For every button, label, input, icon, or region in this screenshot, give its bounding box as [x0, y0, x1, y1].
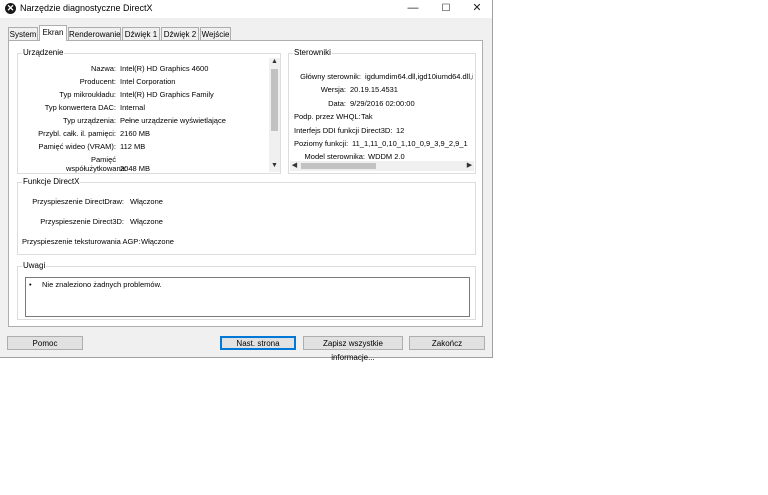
direct3d-accel-value: Włączone	[130, 217, 163, 226]
driver-date-label: Data:	[328, 99, 346, 108]
tab-ekran[interactable]: Ekran	[39, 25, 67, 41]
device-group-title: Urządzenie	[22, 48, 65, 57]
device-name-value: Intel(R) HD Graphics 4600	[120, 64, 209, 73]
notes-text: Nie znaleziono żadnych problemów.	[42, 280, 162, 289]
notes-textbox[interactable]: • Nie znaleziono żadnych problemów.	[25, 277, 470, 317]
device-manufacturer-label: Producent:	[79, 77, 116, 86]
driver-date-value: 9/29/2016 02:00:00	[350, 99, 415, 108]
tab-system[interactable]: System	[8, 27, 38, 40]
drivers-group: Sterowniki Główny sterownik: igdumdim64.…	[288, 48, 476, 174]
device-chip-type-label: Typ mikroukładu:	[59, 90, 116, 99]
directx-features-title: Funkcje DirectX	[22, 177, 81, 186]
agp-accel-label: Przyspieszenie teksturowania AGP:	[22, 237, 141, 246]
device-shared-memory-value: 2048 MB	[120, 164, 151, 173]
device-manufacturer-value: Intel Corporation	[120, 77, 176, 86]
drivers-group-title: Sterowniki	[293, 48, 332, 57]
directx-x-icon: ✕	[5, 3, 16, 14]
driver-feature-levels-label: Poziomy funkcji:	[294, 139, 349, 148]
tab-renderowanie[interactable]: Renderowanie	[68, 27, 121, 40]
device-total-memory-label: Przybl. całk. il. pamięci:	[38, 129, 116, 138]
directx-features-group: Funkcje DirectX Przyspieszenie DirectDra…	[17, 177, 476, 255]
scrollbar-thumb[interactable]	[271, 69, 278, 131]
scroll-down-arrow-icon[interactable]: ▼	[269, 162, 280, 172]
agp-accel-value: Włączone	[141, 237, 174, 246]
device-total-memory-value: 2160 MB	[120, 129, 151, 138]
maximize-button[interactable]: ☐	[431, 0, 461, 18]
title-bar[interactable]: ✕ Narzędzie diagnostyczne DirectX — ☐ ✕	[0, 0, 492, 18]
notes-bullet: •	[29, 280, 32, 289]
driver-whql-value: Tak	[361, 112, 373, 121]
device-vram-value: 112 MB	[120, 142, 146, 151]
driver-model-label: Model sterownika:	[304, 152, 365, 161]
dxdiag-window: ✕ Narzędzie diagnostyczne DirectX — ☐ ✕ …	[0, 0, 493, 362]
driver-feature-levels-value: 11_1,11_0,10_1,10_0,9_3,9_2,9_1	[352, 139, 468, 148]
driver-ddi-value: 12	[396, 126, 405, 135]
horizontal-scrollbar-thumb[interactable]	[301, 163, 376, 169]
tab-panel-ekran: Urządzenie Nazwa: Intel(R) HD Graphics 4…	[8, 40, 483, 327]
window-title: Narzędzie diagnostyczne DirectX	[20, 3, 153, 13]
device-vram-label: Pamięć wideo (VRAM):	[38, 142, 116, 151]
device-vertical-scrollbar[interactable]: ▲ ▼	[269, 58, 280, 172]
driver-whql-label: Podp. przez WHQL:	[294, 112, 361, 121]
driver-ddi-label: Interfejs DDI funkcji Direct3D:	[294, 126, 393, 135]
device-type-value: Pełne urządzenie wyświetlające	[120, 116, 226, 125]
driver-main-value: igdumdim64.dll,igd10iumd64.dll,igc	[365, 72, 473, 81]
notes-group-title: Uwagi	[22, 261, 47, 270]
directdraw-accel-label: Przyspieszenie DirectDraw:	[32, 197, 124, 206]
driver-model-value: WDDM 2.0	[368, 152, 405, 161]
scroll-right-arrow-icon[interactable]: ▶	[465, 161, 474, 171]
scroll-left-arrow-icon[interactable]: ◀	[290, 161, 299, 171]
help-button[interactable]: Pomoc	[7, 336, 83, 350]
direct3d-accel-label: Przyspieszenie Direct3D:	[40, 217, 124, 226]
driver-version-label: Wersja:	[320, 85, 346, 94]
device-dac-type-label: Typ konwertera DAC:	[44, 103, 116, 112]
device-shared-memory-label: Pamięć współużytkowana:	[66, 155, 127, 173]
directdraw-accel-value: Włączone	[130, 197, 163, 206]
driver-main-label: Główny sterownik:	[300, 72, 361, 81]
device-name-label: Nazwa:	[90, 64, 116, 73]
device-group: Urządzenie Nazwa: Intel(R) HD Graphics 4…	[17, 48, 281, 174]
drivers-horizontal-scrollbar[interactable]: ◀ ▶	[290, 161, 474, 171]
notes-group: Uwagi • Nie znaleziono żadnych problemów…	[17, 261, 476, 320]
minimize-button[interactable]: —	[398, 0, 428, 18]
save-all-info-button[interactable]: Zapisz wszystkie informacje...	[303, 336, 403, 362]
device-dac-type-value: Internal	[120, 103, 146, 112]
device-type-label: Typ urządzenia:	[63, 116, 116, 125]
next-page-button[interactable]: Nast. strona	[220, 336, 296, 350]
tab-dzwiek-2[interactable]: Dźwięk 2	[161, 27, 199, 40]
tab-wejscie[interactable]: Wejście	[200, 27, 231, 40]
device-chip-type-value: Intel(R) HD Graphics Family	[120, 90, 214, 99]
exit-button[interactable]: Zakończ	[409, 336, 485, 350]
tab-dzwiek-1[interactable]: Dźwięk 1	[122, 27, 160, 40]
driver-version-value: 20.19.15.4531	[350, 85, 398, 94]
scroll-up-arrow-icon[interactable]: ▲	[269, 58, 280, 68]
close-button[interactable]: ✕	[462, 0, 492, 18]
